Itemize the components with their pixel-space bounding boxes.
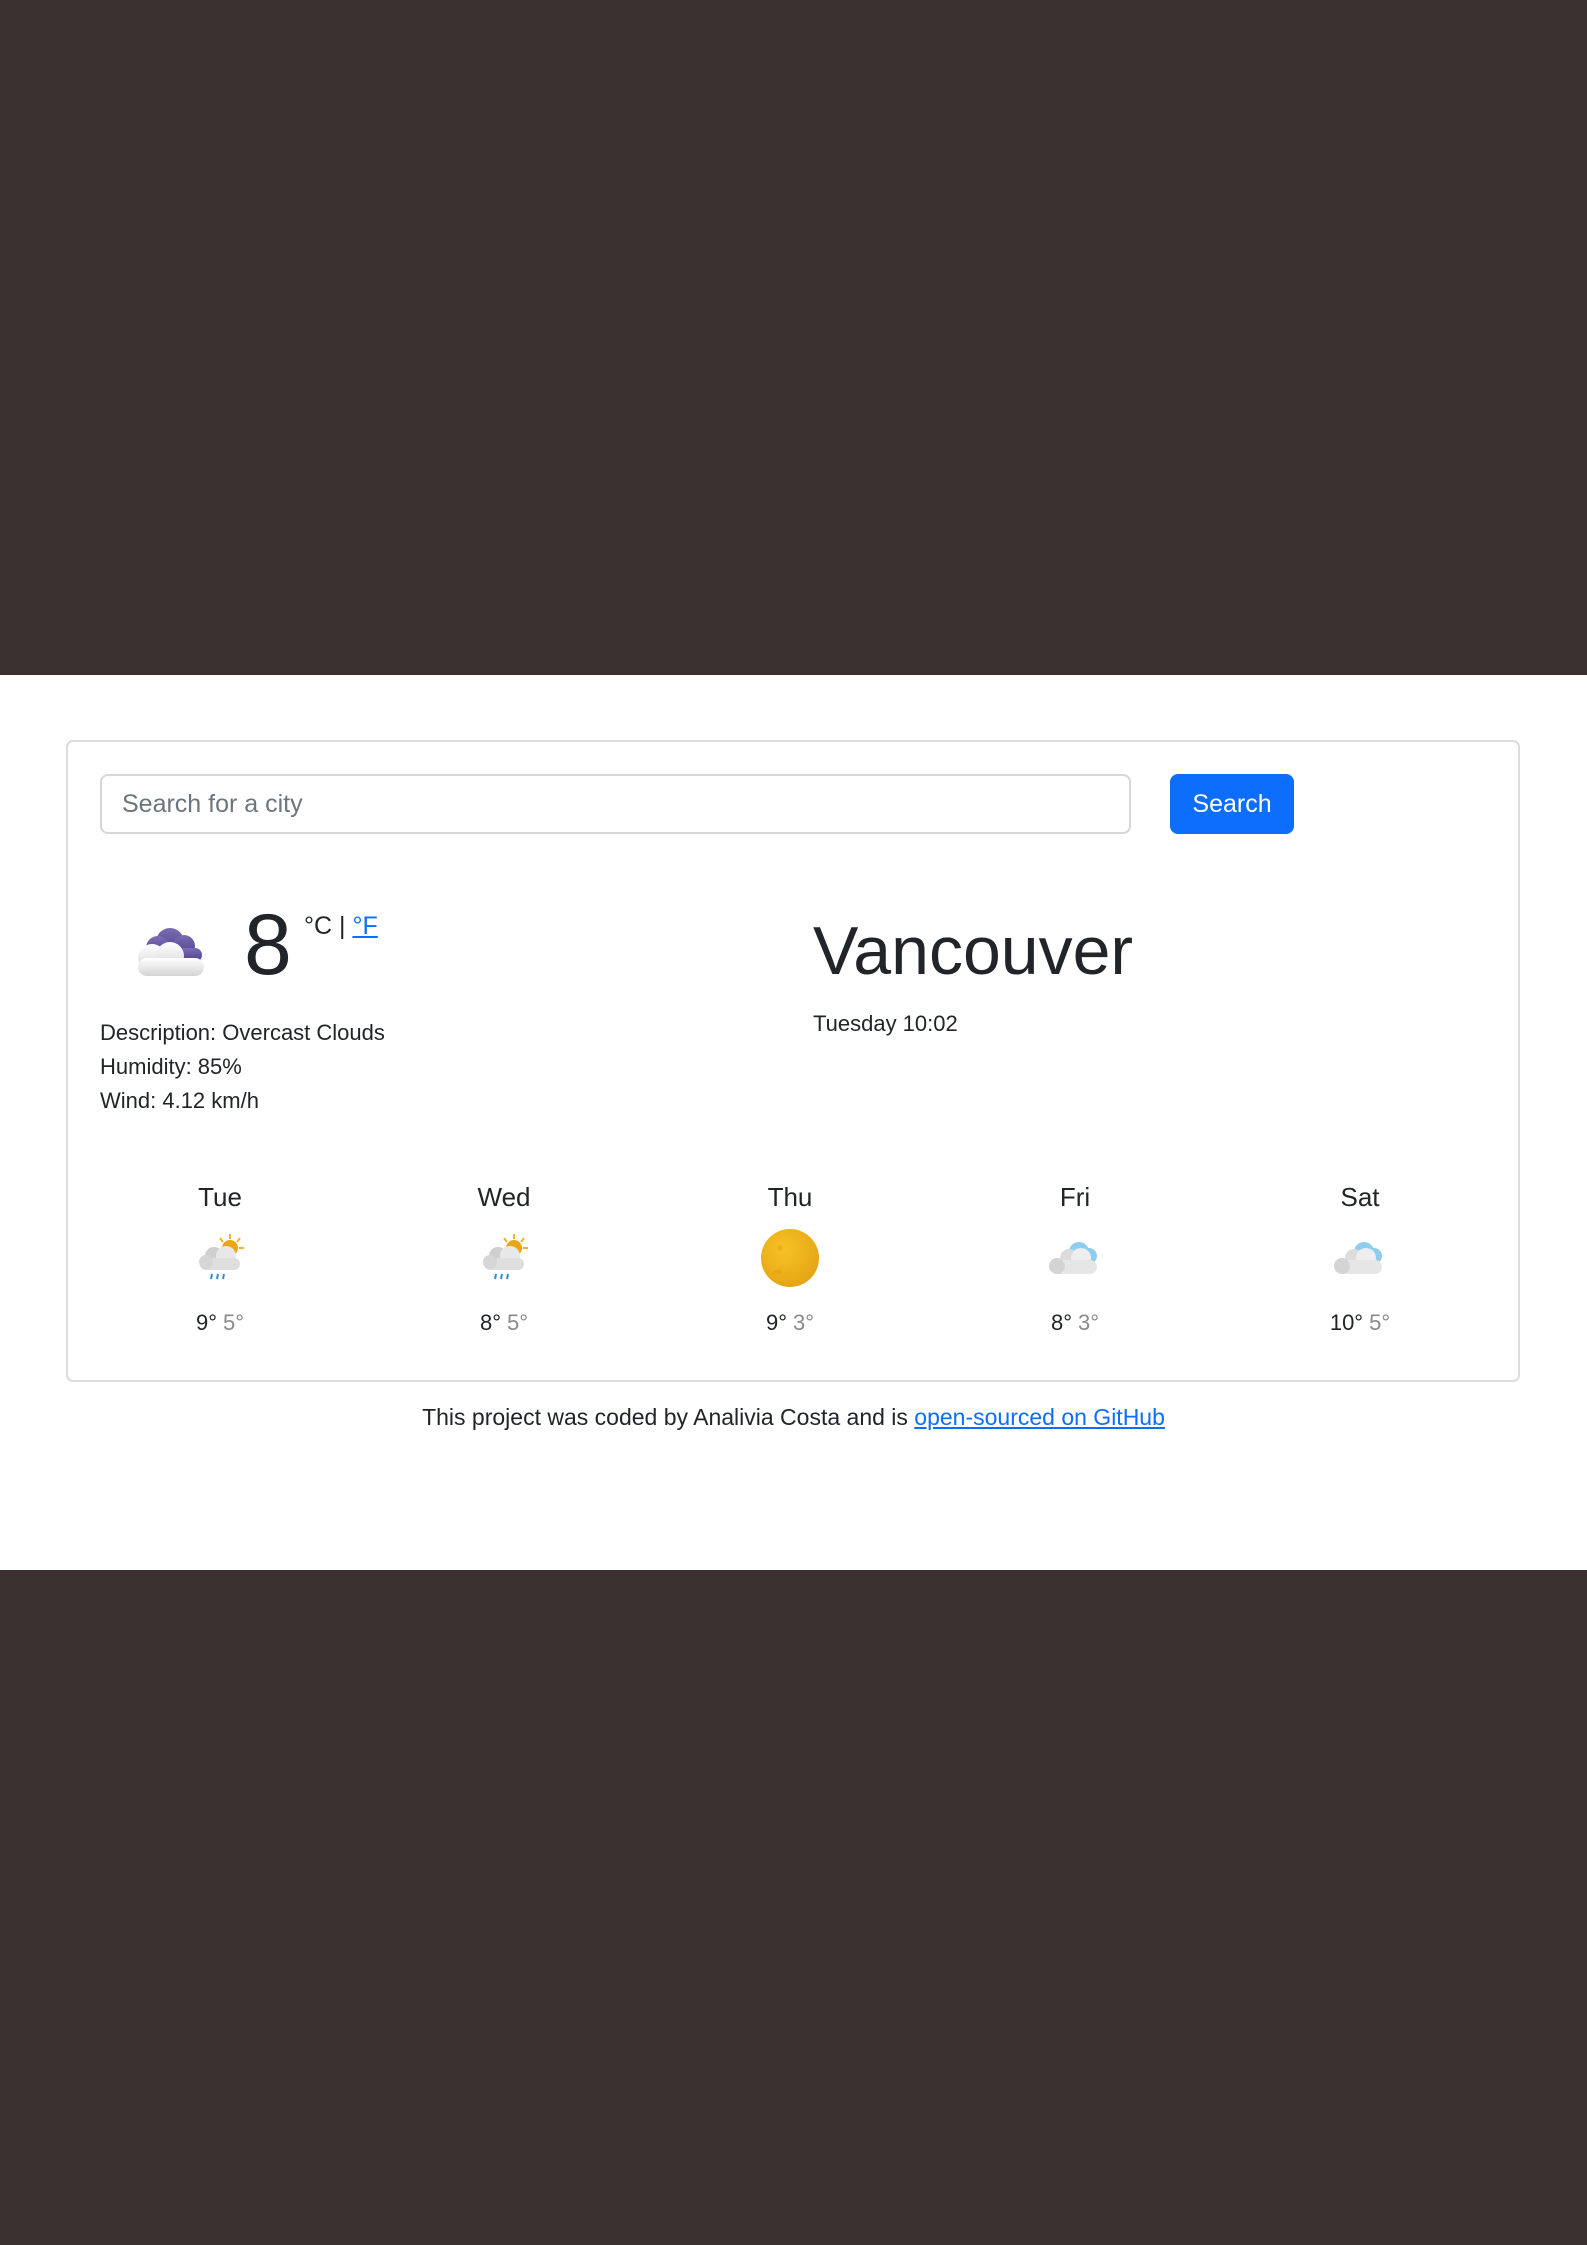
forecast-max: 10° [1329, 1310, 1364, 1335]
sun-rain-cloud-icon [199, 1234, 244, 1280]
footer: This project was coded by Analivia Costa… [0, 1404, 1587, 1431]
unit-separator: | [339, 912, 346, 940]
celsius-unit: °C [304, 912, 333, 940]
forecast-day-wed: Wed 8° 5° [414, 1182, 594, 1336]
github-link[interactable]: open-sourced on GitHub [914, 1404, 1165, 1430]
city-name: Vancouver [813, 913, 1134, 989]
forecast-day-tue: Tue 9° 5° [130, 1182, 310, 1336]
footer-text: This project was coded by Analivia Costa… [422, 1404, 915, 1430]
forecast-day-name: Fri [1059, 1182, 1091, 1212]
forecast-day-name: Sat [1340, 1182, 1380, 1212]
forecast-min: 5° [1369, 1310, 1391, 1335]
search-input[interactable] [100, 774, 1131, 834]
description-text: Description: Overcast Clouds [100, 1020, 385, 1045]
forecast-min: 5° [223, 1310, 245, 1335]
humidity-text: Humidity: 85% [100, 1054, 242, 1079]
forecast-max: 8° [1050, 1310, 1072, 1335]
fahrenheit-link[interactable]: °F [352, 912, 377, 940]
weather-card: Search 8 °C | °F [66, 740, 1520, 1382]
forecast-day-sat: Sat 10° 5° [1270, 1182, 1450, 1336]
unit-toggle: °C | °F [304, 912, 378, 941]
forecast-max: 9° [765, 1310, 787, 1335]
forecast-day-name: Thu [767, 1182, 813, 1212]
sun-rain-cloud-icon [483, 1234, 528, 1280]
forecast-day-name: Wed [477, 1182, 531, 1212]
forecast-min: 3° [1078, 1310, 1100, 1335]
current-datetime: Tuesday 10:02 [813, 1011, 958, 1036]
weather-details: Description: Overcast Clouds Humidity: 8… [100, 1016, 385, 1118]
forecast-day-thu: Thu 9° 3° [700, 1182, 880, 1336]
blue-cloud-icon [1334, 1242, 1382, 1274]
blue-cloud-icon [1049, 1242, 1097, 1274]
forecast-min: 5° [507, 1310, 529, 1335]
forecast-min: 3° [793, 1310, 815, 1335]
forecast-max: 9° [195, 1310, 217, 1335]
current-temperature: 8 [244, 897, 292, 993]
sun-icon [761, 1229, 819, 1287]
main-page: Search 8 °C | °F [0, 675, 1587, 1570]
forecast-max: 8° [479, 1310, 501, 1335]
forecast-day-name: Tue [198, 1182, 242, 1212]
search-button[interactable]: Search [1170, 774, 1294, 834]
forecast-day-fri: Fri 8° 3° [985, 1182, 1165, 1336]
overcast-cloud-icon [138, 928, 204, 976]
wind-text: Wind: 4.12 km/h [100, 1088, 259, 1113]
